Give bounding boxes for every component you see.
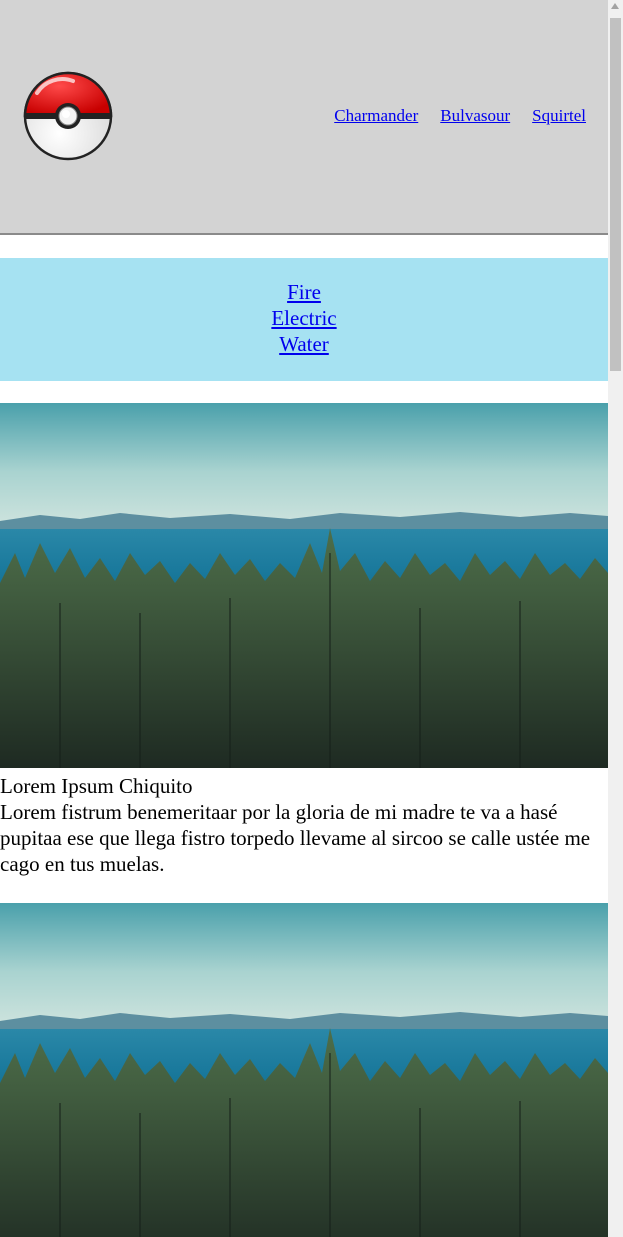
article-body: Lorem fistrum benemeritaar por la gloria… <box>0 800 591 876</box>
landscape-image <box>0 903 608 1237</box>
type-link-water[interactable]: Water <box>279 331 329 357</box>
nav-link-bulvasour[interactable]: Bulvasour <box>440 106 510 126</box>
vertical-scrollbar[interactable] <box>608 0 623 1237</box>
nav-link-charmander[interactable]: Charmander <box>334 106 418 126</box>
type-nav-band: Fire Electric Water <box>0 258 608 381</box>
pokeball-icon[interactable] <box>23 71 113 161</box>
scrollbar-thumb[interactable] <box>610 18 621 371</box>
type-link-fire[interactable]: Fire <box>287 279 321 305</box>
article-card: Lorem Ipsum Chiquito Lorem fistrum benem… <box>0 403 608 877</box>
top-nav: Charmander Bulvasour Squirtel <box>334 106 586 126</box>
landscape-image <box>0 403 608 768</box>
scroll-up-arrow-icon[interactable] <box>611 3 619 9</box>
article-title: Lorem Ipsum Chiquito <box>0 774 193 798</box>
article-card <box>0 903 608 1237</box>
type-link-electric[interactable]: Electric <box>271 305 336 331</box>
nav-link-squirtel[interactable]: Squirtel <box>532 106 586 126</box>
page: Charmander Bulvasour Squirtel Fire Elect… <box>0 0 608 1237</box>
site-header: Charmander Bulvasour Squirtel <box>0 0 608 235</box>
type-nav: Fire Electric Water <box>0 279 608 357</box>
